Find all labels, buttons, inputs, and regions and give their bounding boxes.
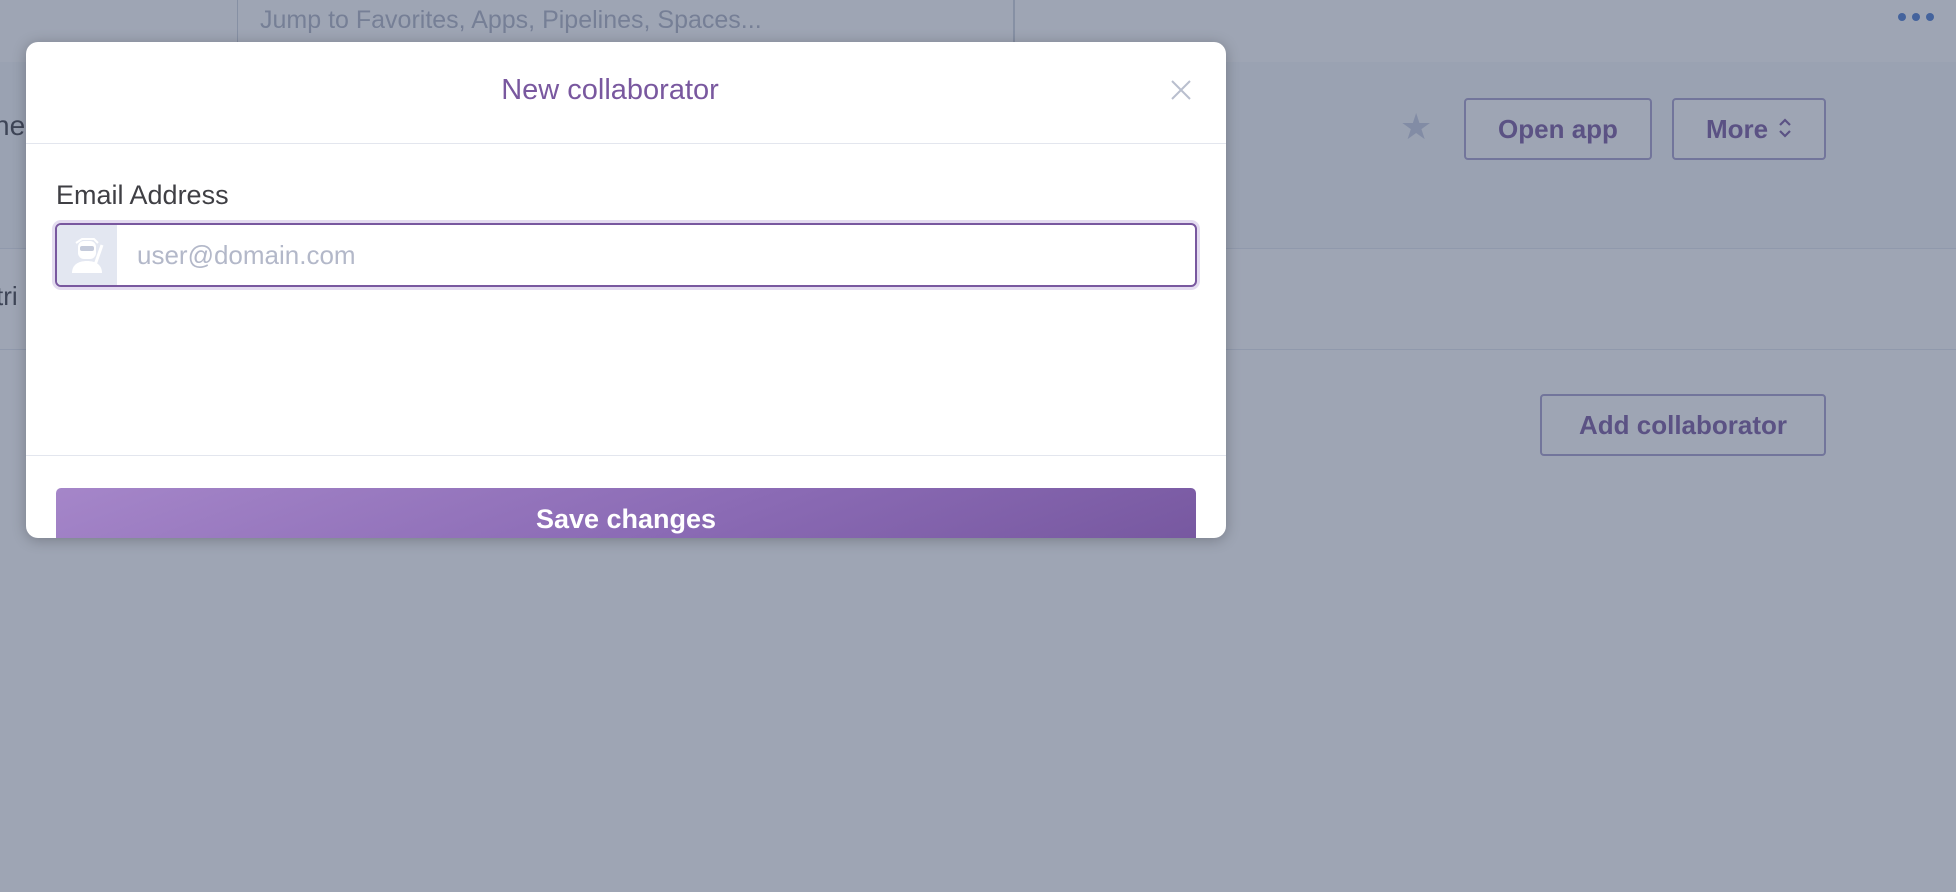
new-collaborator-dialog: New collaborator Email Address Save chan… (26, 42, 1226, 538)
modal-title: New collaborator (501, 74, 719, 106)
email-input[interactable] (117, 225, 1195, 285)
user-avatar-icon (57, 225, 117, 285)
modal-footer: Save changes (26, 456, 1226, 538)
modal-body: Email Address (26, 144, 1226, 456)
modal-header: New collaborator (26, 42, 1226, 144)
email-address-label: Email Address (56, 180, 229, 210)
close-button[interactable] (1164, 74, 1198, 108)
email-field[interactable] (55, 223, 1197, 287)
save-changes-button[interactable]: Save changes (56, 488, 1196, 538)
close-icon (1169, 78, 1193, 105)
